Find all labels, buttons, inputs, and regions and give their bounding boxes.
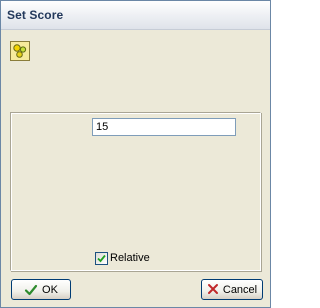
title-bar[interactable]: Set Score — [1, 1, 270, 30]
cancel-label: Cancel — [222, 283, 258, 296]
ok-button[interactable]: OK — [11, 279, 71, 300]
cancel-button[interactable]: Cancel — [201, 279, 263, 300]
checkmark-icon — [97, 254, 106, 262]
checkmark-icon — [24, 283, 38, 297]
x-icon — [207, 283, 219, 297]
relative-checkbox-row[interactable]: Relative — [95, 251, 150, 265]
relative-label: Relative — [110, 252, 150, 264]
bubbles-icon — [10, 41, 30, 61]
ok-label: OK — [42, 283, 58, 296]
window-title: Set Score — [7, 8, 64, 22]
score-input[interactable] — [92, 118, 236, 136]
relative-checkbox[interactable] — [95, 251, 108, 265]
set-score-dialog: Set Score Relative OK — [0, 0, 271, 308]
